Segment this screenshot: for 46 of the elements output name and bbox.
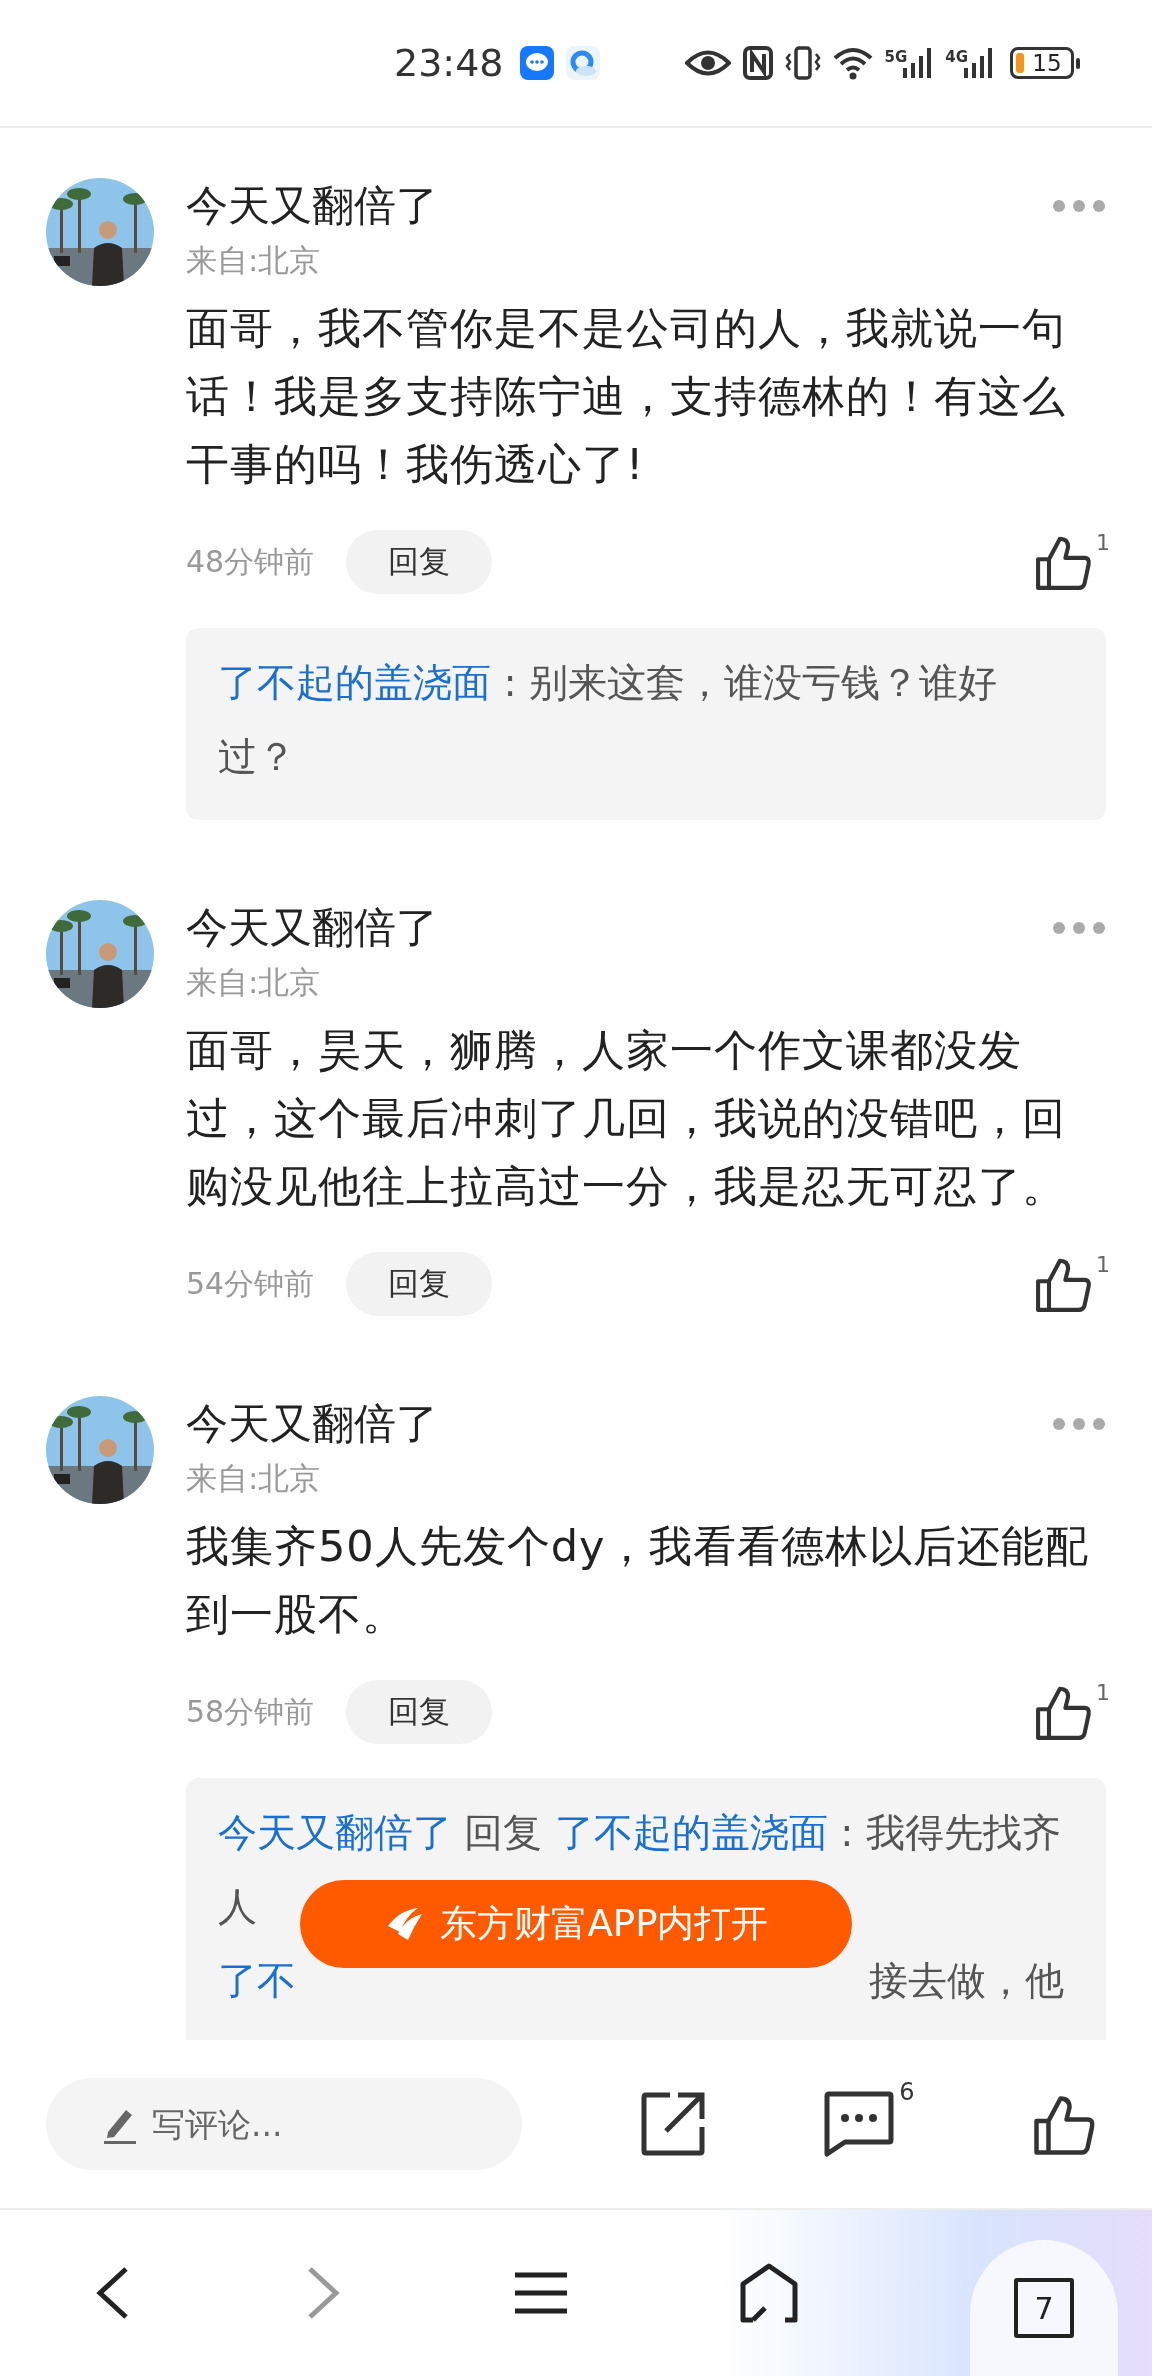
wifi-icon	[832, 46, 873, 80]
reply-button[interactable]: 回复	[346, 530, 493, 594]
comment-icon[interactable]	[823, 2090, 896, 2158]
reply-text: 回复	[463, 1810, 544, 1855]
nfc-icon	[742, 46, 773, 80]
menu-icon[interactable]	[515, 2271, 567, 2315]
user-link[interactable]: 了不	[218, 1944, 296, 2018]
location-text: 来自:北京	[186, 1459, 322, 1498]
comment-text: 面哥，我不管你是不是公司的人，我就说一句话！我是多支持陈宁迪，支持德林的！有这么干事的吗！我伤透心了!	[186, 302, 1067, 491]
reply-text: 人	[218, 1883, 257, 1931]
author-name[interactable]: 今天又翻倍了	[186, 178, 438, 234]
status-time: 23:48	[394, 41, 504, 85]
comment-field[interactable]: 写评论...	[46, 2078, 522, 2170]
timestamp: 54分钟前	[186, 1264, 315, 1303]
network-label: 5G	[884, 48, 908, 66]
comment-text: 我集齐50人先发个dy，我看看德林以后还能配到一股不。	[186, 1520, 1091, 1641]
location-text: 来自:北京	[186, 241, 322, 280]
reply-text: 了不起的盖浇面 : 别来这套，谁没亏钱？谁好过？	[218, 659, 998, 781]
user-link[interactable]: 了不起的盖浇面	[554, 1810, 828, 1855]
like-count: 1	[1096, 1680, 1110, 1705]
vibrate-icon	[784, 46, 821, 80]
timestamp: 58分钟前	[186, 1692, 315, 1731]
author-name[interactable]: 今天又翻倍了	[186, 1396, 438, 1452]
battery-fill	[1016, 53, 1024, 73]
author-name[interactable]: 今天又翻倍了	[186, 900, 438, 956]
reply-button[interactable]: 回复	[346, 1680, 493, 1744]
reply-button[interactable]: 回复	[346, 1252, 493, 1316]
timestamp: 48分钟前	[186, 542, 315, 581]
location-text: 来自:北京	[186, 963, 322, 1002]
user-link[interactable]: 今天又翻倍了	[218, 1810, 452, 1855]
reply-text: : 我得先找齐	[839, 1810, 1061, 1855]
like-count: 1	[1096, 530, 1110, 555]
home-icon[interactable]	[738, 2262, 799, 2324]
reply-text: 接去做，他	[869, 1957, 1064, 2005]
comment-text: 面哥，昊天，狮腾，人家一个作文课都没发过，这个最后冲刺了几回，我说的没错吧，回购没见他往上拉高过一分，我是忍无可忍了。	[186, 1024, 1067, 1213]
tab-count: 7	[1014, 2278, 1074, 2338]
network-label: 4G	[945, 48, 968, 66]
like-count: 1	[1096, 1252, 1110, 1277]
battery-level: 15	[1031, 50, 1063, 76]
share-icon[interactable]	[639, 2091, 706, 2157]
message-app-icon	[519, 46, 554, 80]
cloud-app-icon	[565, 46, 600, 80]
comment-count: 6	[899, 2078, 915, 2106]
tabs-button[interactable]: 7	[970, 2240, 1118, 2376]
eye-icon	[684, 48, 731, 78]
battery-tip	[1076, 57, 1080, 69]
